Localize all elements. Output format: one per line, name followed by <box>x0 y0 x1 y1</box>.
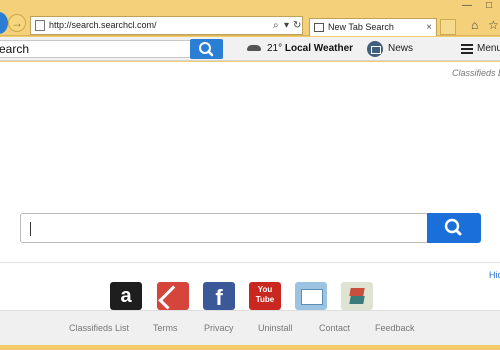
footer-link-privacy[interactable]: Privacy <box>204 323 234 334</box>
search-icon <box>444 218 462 236</box>
text-cursor <box>30 222 31 236</box>
browser-window-icon[interactable] <box>295 282 327 310</box>
youtube-top-label: You <box>257 285 273 294</box>
dropdown-icon[interactable]: ▾ <box>284 19 289 32</box>
footer-link-contact[interactable]: Contact <box>319 323 350 334</box>
footer: Classifieds List Terms Privacy Uninstall… <box>0 310 500 345</box>
news-link[interactable]: News <box>388 43 413 55</box>
youtube-icon[interactable]: You Tube <box>249 282 281 310</box>
address-bar[interactable]: http://search.searchcl.com/ ⌕ ▾ ↻ <box>30 16 303 35</box>
browser-chrome: → http://search.searchcl.com/ ⌕ ▾ ↻ New … <box>0 0 500 36</box>
favorites-icon[interactable]: ☆ <box>488 18 499 32</box>
menu-link[interactable]: Menu <box>477 43 500 55</box>
maximize-icon[interactable]: □ <box>486 0 492 12</box>
refresh-icon[interactable]: ↻ <box>293 19 301 32</box>
new-tab-button[interactable] <box>440 19 456 35</box>
forward-button[interactable]: → <box>8 14 26 32</box>
temperature: 21° <box>267 43 283 54</box>
facebook-icon[interactable]: f <box>203 282 235 310</box>
address-url[interactable]: http://search.searchcl.com/ <box>49 19 157 32</box>
classifieds-link[interactable]: Classifieds Li <box>452 68 500 78</box>
toolbar-search-input[interactable]: earch <box>0 40 191 58</box>
footer-link-uninstall[interactable]: Uninstall <box>258 323 293 334</box>
menu-icon[interactable] <box>461 44 473 54</box>
tab-new-tab-search[interactable]: New Tab Search × <box>309 18 437 36</box>
search-toolbar: earch 21° Local Weather News Menu <box>0 37 500 61</box>
search-icon <box>199 42 214 57</box>
toolbar-search-button[interactable] <box>190 39 223 59</box>
minimize-icon[interactable]: — <box>462 0 472 12</box>
footer-link-terms[interactable]: Terms <box>153 323 178 334</box>
layers-icon[interactable] <box>341 282 373 310</box>
main-search-button[interactable] <box>427 213 481 243</box>
back-button[interactable] <box>0 12 8 34</box>
news-icon[interactable] <box>367 41 383 57</box>
hide-link[interactable]: Hid <box>489 270 500 280</box>
footer-link-classifieds-list[interactable]: Classifieds List <box>69 323 129 334</box>
page-icon <box>35 20 45 31</box>
tab-close-icon[interactable]: × <box>426 21 432 34</box>
weather-cloud-icon <box>247 45 261 51</box>
gmail-icon[interactable] <box>157 282 189 310</box>
weather-widget[interactable]: 21° Local Weather <box>267 43 353 55</box>
search-icon[interactable]: ⌕ <box>273 19 279 32</box>
amazon-icon[interactable]: a <box>110 282 142 310</box>
page-content: Classifieds Li Hid a f You Tube Classifi… <box>0 62 500 345</box>
home-icon[interactable]: ⌂ <box>471 18 478 32</box>
footer-link-feedback[interactable]: Feedback <box>375 323 415 334</box>
main-search-input[interactable] <box>20 213 428 243</box>
youtube-bottom-label: Tube <box>255 295 275 304</box>
window-bottom-border <box>0 345 500 350</box>
tab-favicon-icon <box>314 23 324 32</box>
tab-title: New Tab Search <box>328 22 394 32</box>
divider <box>0 262 500 263</box>
weather-label: Local Weather <box>284 43 354 54</box>
